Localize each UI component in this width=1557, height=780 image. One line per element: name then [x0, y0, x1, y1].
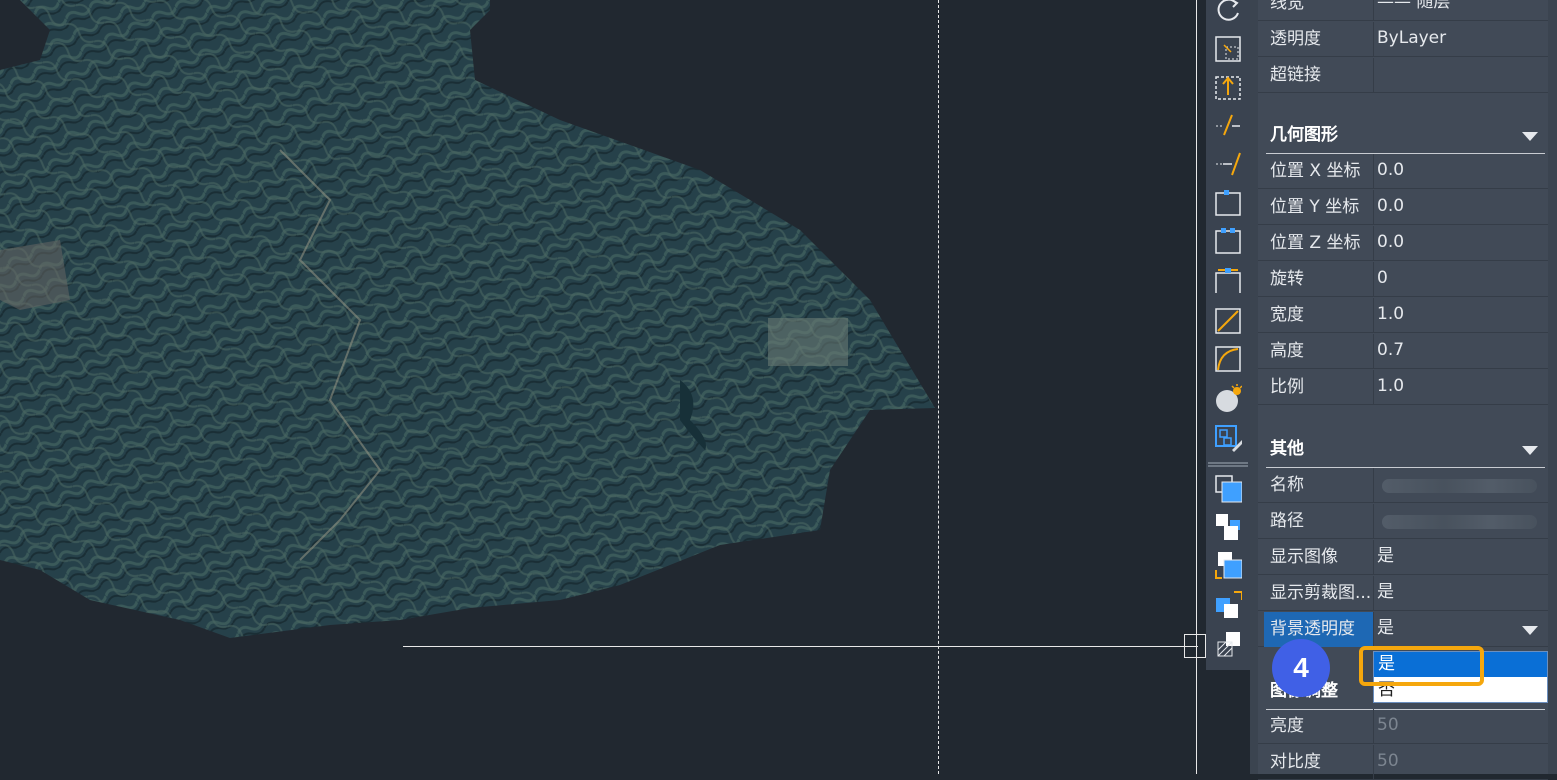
- prop-value: —— 随层: [1377, 0, 1451, 12]
- prop-label: 位置 Y 坐标: [1270, 197, 1360, 217]
- prop-row-hyperlink[interactable]: 超链接: [1258, 58, 1548, 93]
- prop-value[interactable]: 1.0: [1377, 298, 1404, 333]
- crosshair-horizontal: [403, 646, 1198, 647]
- modify-toolbar: [1206, 0, 1250, 670]
- prop-value[interactable]: 0.0: [1377, 190, 1404, 225]
- row-divider: [1373, 334, 1374, 369]
- prop-row-transparency[interactable]: 透明度 ByLayer: [1258, 22, 1548, 57]
- bring-above-icon[interactable]: [1214, 550, 1242, 580]
- row-divider: [1373, 745, 1374, 780]
- align-distribute-icon[interactable]: [1214, 266, 1242, 296]
- prop-row-show-clipped[interactable]: 显示剪裁图... 是: [1258, 576, 1548, 611]
- prop-row-width[interactable]: 宽度 1.0: [1258, 298, 1548, 333]
- render-light-icon[interactable]: [1214, 384, 1242, 414]
- toolbar-separator: [1208, 462, 1248, 467]
- prop-value[interactable]: 是: [1377, 540, 1394, 575]
- row-divider: [1373, 58, 1374, 93]
- prop-label: 超链接: [1270, 65, 1321, 85]
- prop-label: 显示剪裁图...: [1270, 583, 1372, 603]
- prop-label: 背景透明度: [1264, 612, 1373, 647]
- prop-label: 旋转: [1270, 269, 1304, 289]
- row-divider: [1373, 298, 1374, 333]
- prop-label: 名称: [1270, 475, 1304, 495]
- align-left-icon[interactable]: [1214, 188, 1242, 218]
- prop-label: 线宽: [1270, 0, 1304, 13]
- prop-row-rotation[interactable]: 旋转 0: [1258, 262, 1548, 297]
- prop-value[interactable]: 0.7: [1377, 334, 1404, 369]
- dropdown-arrow-icon[interactable]: [1522, 626, 1538, 635]
- section-geometry[interactable]: 几何图形: [1258, 116, 1548, 154]
- prop-row-show-image[interactable]: 显示图像 是: [1258, 540, 1548, 575]
- align-top-icon[interactable]: [1214, 226, 1242, 256]
- bring-front-icon[interactable]: [1214, 474, 1242, 504]
- row-divider: [1373, 0, 1374, 21]
- row-divider: [1373, 468, 1374, 503]
- row-divider: [1373, 576, 1374, 611]
- prop-label: 对比度: [1270, 752, 1321, 772]
- send-back-icon[interactable]: [1214, 512, 1242, 542]
- chevron-down-icon[interactable]: [1522, 446, 1538, 455]
- prop-value[interactable]: 是: [1377, 612, 1394, 647]
- prop-value[interactable]: 是: [1377, 576, 1394, 611]
- section-misc[interactable]: 其他: [1258, 430, 1548, 468]
- chevron-down-icon[interactable]: [1522, 132, 1538, 141]
- prop-value[interactable]: 0.0: [1377, 226, 1404, 261]
- prop-value[interactable]: 1.0: [1377, 370, 1404, 405]
- crosshair-vertical-dashed: [938, 0, 939, 774]
- prop-value[interactable]: 0: [1377, 262, 1388, 297]
- arc-icon[interactable]: [1214, 344, 1242, 374]
- prop-row-position-y[interactable]: 位置 Y 坐标 0.0: [1258, 190, 1548, 225]
- wipeout-icon[interactable]: [1214, 628, 1242, 658]
- row-divider: [1373, 154, 1374, 189]
- send-under-icon[interactable]: [1214, 590, 1242, 620]
- row-divider: [1373, 540, 1374, 575]
- prop-value[interactable]: 50: [1377, 709, 1399, 744]
- prop-row-path[interactable]: 路径: [1258, 504, 1548, 539]
- break-icon[interactable]: [1214, 110, 1242, 140]
- blurred-value: [1382, 479, 1537, 493]
- step-badge: 4: [1272, 639, 1330, 697]
- line-icon[interactable]: [1214, 306, 1242, 336]
- stretch-icon[interactable]: [1214, 72, 1242, 102]
- drawing-canvas[interactable]: [0, 0, 1206, 774]
- row-divider: [1373, 504, 1374, 539]
- prop-row-name[interactable]: 名称: [1258, 468, 1548, 503]
- prop-label: 高度: [1270, 341, 1304, 361]
- row-divider: [1373, 612, 1374, 647]
- highlight-box: [1359, 646, 1484, 686]
- prop-value[interactable]: 0.0: [1377, 154, 1404, 189]
- prop-row-position-x[interactable]: 位置 X 坐标 0.0: [1258, 154, 1548, 189]
- prop-value[interactable]: 50: [1377, 745, 1399, 780]
- prop-label: 位置 Z 坐标: [1270, 233, 1361, 253]
- prop-label: 显示图像: [1270, 547, 1338, 567]
- blurred-value: [1382, 515, 1537, 529]
- row-divider: [1373, 226, 1374, 261]
- row-divider: [1373, 262, 1374, 297]
- join-icon[interactable]: [1214, 148, 1242, 178]
- pickbox-cursor: [1184, 634, 1206, 658]
- prop-row-contrast[interactable]: 对比度 50: [1258, 745, 1548, 780]
- prop-row-position-z[interactable]: 位置 Z 坐标 0.0: [1258, 226, 1548, 261]
- row-divider: [1373, 370, 1374, 405]
- prop-value: ByLayer: [1377, 28, 1447, 48]
- prop-label: 亮度: [1270, 716, 1304, 736]
- prop-row-brightness[interactable]: 亮度 50: [1258, 709, 1548, 744]
- prop-row-height[interactable]: 高度 0.7: [1258, 334, 1548, 369]
- satellite-image[interactable]: [0, 0, 1200, 774]
- row-divider: [1373, 190, 1374, 225]
- prop-label: 路径: [1270, 511, 1304, 531]
- prop-label: 位置 X 坐标: [1270, 161, 1361, 181]
- section-title: 其他: [1270, 439, 1304, 459]
- section-title: 几何图形: [1270, 125, 1338, 145]
- prop-label: 宽度: [1270, 305, 1304, 325]
- scale-icon[interactable]: [1214, 34, 1242, 64]
- prop-row-scale[interactable]: 比例 1.0: [1258, 370, 1548, 405]
- prop-row-lineweight[interactable]: 线宽 —— 随层: [1258, 0, 1548, 21]
- row-divider: [1373, 22, 1374, 57]
- prop-label: 透明度: [1270, 29, 1321, 49]
- rotate-icon[interactable]: [1214, 0, 1242, 26]
- row-divider: [1373, 709, 1374, 744]
- block-editor-icon[interactable]: [1214, 424, 1242, 454]
- prop-label: 比例: [1270, 377, 1304, 397]
